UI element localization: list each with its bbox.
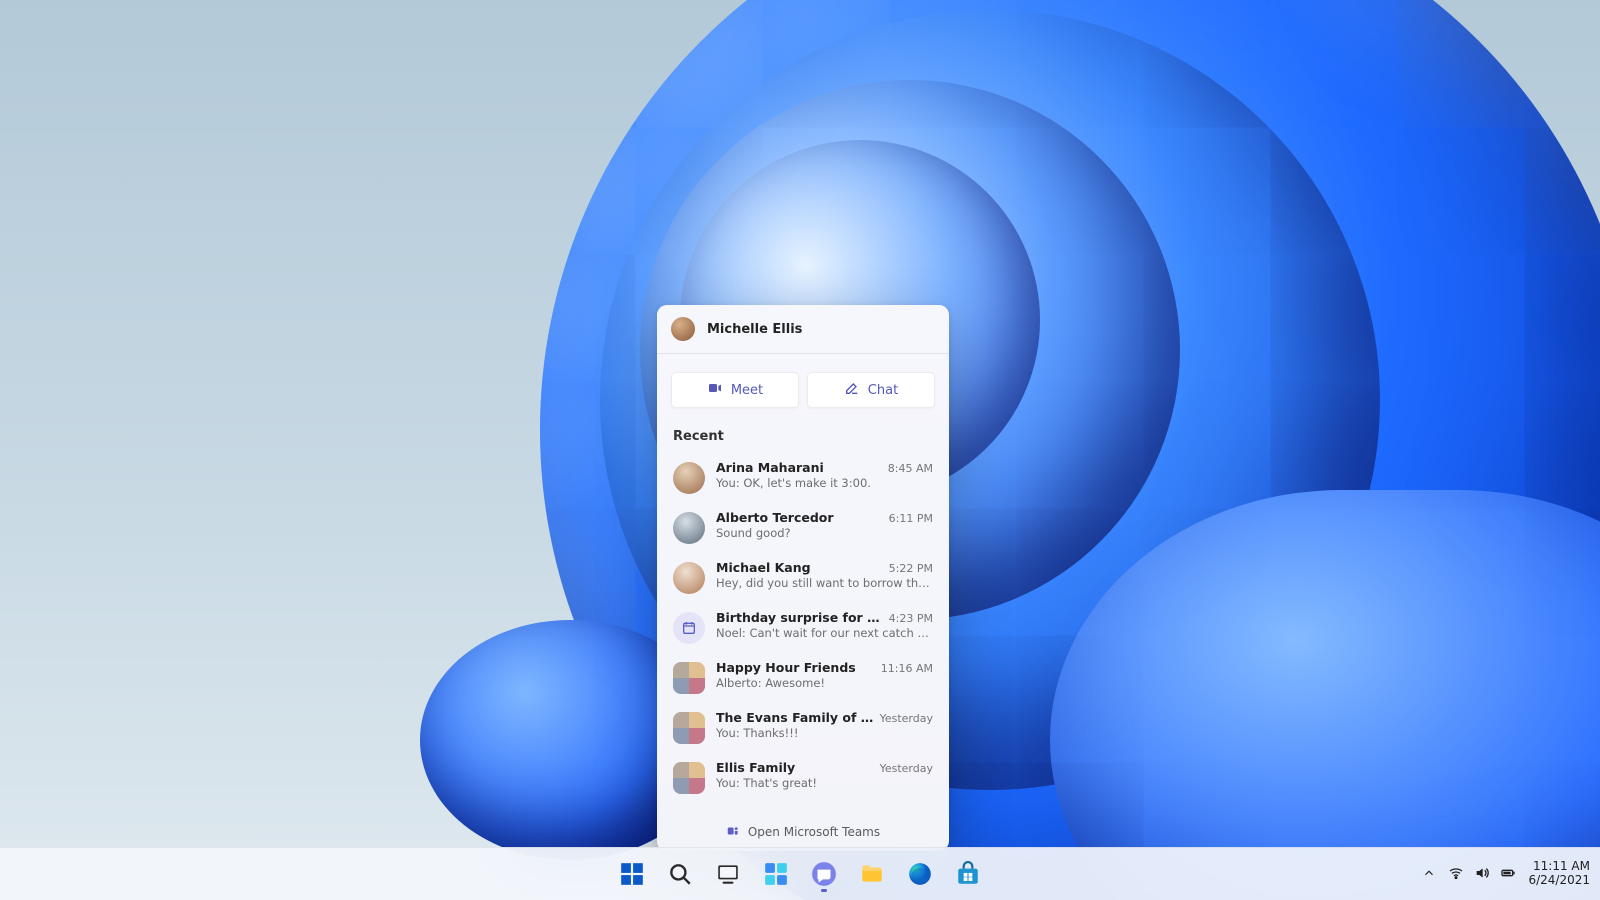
- video-icon: [707, 380, 723, 400]
- chat-avatar: [673, 762, 705, 794]
- recent-label: Recent: [673, 429, 724, 444]
- open-teams-label: Open Microsoft Teams: [748, 825, 880, 839]
- chat-icon: [811, 861, 837, 887]
- chat-list: Arina Maharani 8:45 AMYou: OK, let's make…: [657, 452, 949, 813]
- chat-time: 6:11 PM: [889, 512, 933, 525]
- chat-avatar: [673, 562, 705, 594]
- meet-button[interactable]: Meet: [671, 372, 799, 408]
- windows-logo-icon: [619, 861, 645, 887]
- chat-preview: You: That's great!: [716, 776, 933, 790]
- clock[interactable]: 11:11 AM 6/24/2021: [1528, 860, 1590, 888]
- teams-icon: [726, 824, 740, 841]
- flyout-actions: Meet Chat: [657, 354, 949, 426]
- clock-time: 11:11 AM: [1528, 860, 1590, 874]
- task-view-icon: [715, 861, 741, 887]
- chat-name: Alberto Tercedor: [716, 510, 834, 525]
- file-explorer-button[interactable]: [851, 853, 893, 895]
- chat-preview: Hey, did you still want to borrow the no…: [716, 576, 933, 590]
- user-name: Michelle Ellis: [707, 322, 802, 337]
- chat-item[interactable]: Birthday surprise for Mum 4:23 PMNoel: Ca…: [663, 602, 943, 652]
- show-hidden-icons-button[interactable]: [1422, 866, 1436, 883]
- chat-body: Alberto Tercedor 6:11 PMSound good?: [716, 510, 933, 540]
- chat-time: 8:45 AM: [888, 462, 933, 475]
- taskbar-center: [611, 853, 989, 895]
- taskbar: 11:11 AM 6/24/2021: [0, 847, 1600, 900]
- chat-name: The Evans Family of Supers: [716, 710, 874, 725]
- meet-label: Meet: [731, 383, 763, 398]
- chat-item[interactable]: Michael Kang 5:22 PMHey, did you still wa…: [663, 552, 943, 602]
- chat-button[interactable]: Chat: [807, 372, 935, 408]
- teams-chat-flyout: Michelle Ellis Meet Chat Recent Arina Ma…: [657, 305, 949, 851]
- chat-body: Arina Maharani 8:45 AMYou: OK, let's make…: [716, 460, 933, 490]
- chat-time: 4:23 PM: [889, 612, 933, 625]
- chat-time: 5:22 PM: [889, 562, 933, 575]
- chat-item[interactable]: Arina Maharani 8:45 AMYou: OK, let's make…: [663, 452, 943, 502]
- chat-name: Arina Maharani: [716, 460, 824, 475]
- start-button[interactable]: [611, 853, 653, 895]
- chevron-up-icon: [1422, 869, 1436, 883]
- chat-time: Yesterday: [880, 762, 933, 775]
- chat-item[interactable]: Ellis Family YesterdayYou: That's great!: [663, 752, 943, 802]
- widgets-icon: [763, 861, 789, 887]
- chat-body: The Evans Family of Supers YesterdayYou: …: [716, 710, 933, 740]
- search-button[interactable]: [913, 426, 933, 446]
- battery-icon[interactable]: [1500, 865, 1516, 884]
- wifi-icon[interactable]: [1448, 865, 1464, 884]
- chat-taskbar-button[interactable]: [803, 853, 845, 895]
- folder-icon: [859, 861, 885, 887]
- chat-body: Birthday surprise for Mum 4:23 PMNoel: Ca…: [716, 610, 933, 640]
- chat-body: Michael Kang 5:22 PMHey, did you still wa…: [716, 560, 933, 590]
- clock-date: 6/24/2021: [1528, 874, 1590, 888]
- search-icon: [667, 861, 693, 887]
- open-teams-link[interactable]: Open Microsoft Teams: [657, 813, 949, 851]
- edge-button[interactable]: [899, 853, 941, 895]
- chat-name: Happy Hour Friends: [716, 660, 856, 675]
- chat-name: Michael Kang: [716, 560, 811, 575]
- chat-avatar: [673, 612, 705, 644]
- volume-icon[interactable]: [1474, 865, 1490, 884]
- chat-avatar: [673, 462, 705, 494]
- edge-icon: [907, 861, 933, 887]
- chat-time: Yesterday: [880, 712, 933, 725]
- chat-avatar: [673, 512, 705, 544]
- chat-time: 11:16 AM: [881, 662, 933, 675]
- chat-preview: Alberto: Awesome!: [716, 676, 933, 690]
- chat-name: Ellis Family: [716, 760, 795, 775]
- chat-item[interactable]: The Evans Family of Supers YesterdayYou: …: [663, 702, 943, 752]
- chat-item[interactable]: Happy Hour Friends 11:16 AMAlberto: Aweso…: [663, 652, 943, 702]
- store-button[interactable]: [947, 853, 989, 895]
- recent-header: Recent: [657, 426, 949, 452]
- compose-icon: [844, 380, 860, 400]
- user-avatar[interactable]: [671, 317, 695, 341]
- chat-body: Ellis Family YesterdayYou: That's great!: [716, 760, 933, 790]
- chat-avatar: [673, 662, 705, 694]
- chat-item[interactable]: Alberto Tercedor 6:11 PMSound good?: [663, 502, 943, 552]
- task-view-button[interactable]: [707, 853, 749, 895]
- flyout-header: Michelle Ellis: [657, 305, 949, 354]
- chat-preview: You: Thanks!!!: [716, 726, 933, 740]
- chat-preview: You: OK, let's make it 3:00.: [716, 476, 933, 490]
- chat-label: Chat: [868, 383, 898, 398]
- taskbar-right: 11:11 AM 6/24/2021: [1422, 848, 1590, 900]
- chat-preview: Noel: Can't wait for our next catch up!: [716, 626, 933, 640]
- chat-body: Happy Hour Friends 11:16 AMAlberto: Aweso…: [716, 660, 933, 690]
- chat-preview: Sound good?: [716, 526, 933, 540]
- chat-name: Birthday surprise for Mum: [716, 610, 883, 625]
- search-taskbar-button[interactable]: [659, 853, 701, 895]
- system-tray[interactable]: [1448, 865, 1516, 884]
- chat-avatar: [673, 712, 705, 744]
- widgets-button[interactable]: [755, 853, 797, 895]
- store-icon: [955, 861, 981, 887]
